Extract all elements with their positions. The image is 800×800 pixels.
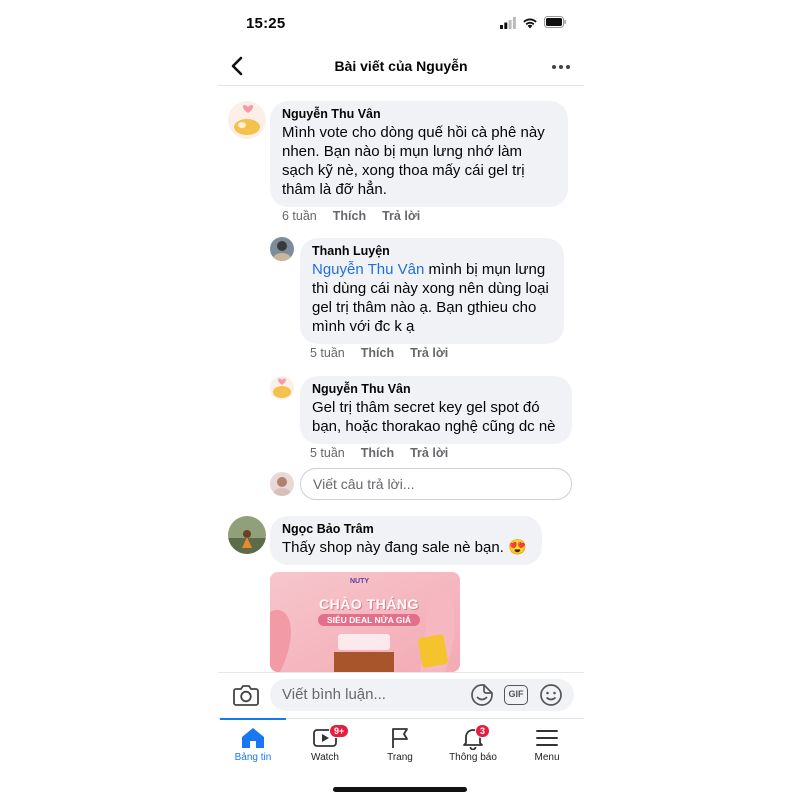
- promo-image[interactable]: NUTY CHÀO THÁNG 3 SIÊU DEAL NỬA GIÁ: [270, 572, 460, 672]
- comment-input-placeholder: Viết bình luận...: [282, 686, 386, 703]
- tab-notifications[interactable]: Thông báo: [437, 726, 509, 763]
- comment-author[interactable]: Nguyễn Thu Vân: [282, 107, 556, 121]
- home-indicator: [333, 787, 467, 792]
- comment-bubble: Nguyễn Thu Vân Mình vote cho dòng quế hồ…: [270, 101, 568, 207]
- brand-label: NUTY: [350, 578, 370, 585]
- comment-actions: 5 tuần Thích Trả lời: [310, 446, 448, 460]
- comment-time: 5 tuần: [310, 346, 345, 360]
- like-button[interactable]: Thích: [333, 209, 366, 223]
- tab-label: Thông báo: [449, 752, 497, 763]
- comment-actions: 6 tuần Thích Trả lời: [282, 209, 420, 223]
- tab-label: Bảng tin: [234, 752, 272, 763]
- page-title: Bài viết của Nguyễn: [334, 58, 468, 74]
- comment-actions: 5 tuần Thích Trả lời: [310, 346, 448, 360]
- comment-text: Mình vote cho dòng quế hồi cà phê này nh…: [282, 124, 545, 198]
- avatar[interactable]: [228, 101, 266, 139]
- comment-bubble: Nguyễn Thu Vân Gel trị thâm secret key g…: [300, 376, 572, 444]
- tab-label: Trang: [387, 752, 413, 763]
- header-divider: [218, 85, 584, 86]
- battery-icon: [544, 16, 566, 28]
- comment-author[interactable]: Thanh Luyện: [312, 244, 552, 258]
- like-button[interactable]: Thích: [361, 346, 394, 360]
- comment-author[interactable]: Nguyễn Thu Vân: [312, 382, 560, 396]
- my-avatar: [270, 472, 294, 496]
- emoji-icon[interactable]: [539, 683, 563, 707]
- tab-menu[interactable]: Menu: [511, 726, 583, 763]
- avatar[interactable]: [270, 237, 294, 261]
- cellular-signal-icon: [500, 17, 516, 29]
- avatar[interactable]: [270, 376, 294, 400]
- wifi-icon: [523, 18, 537, 29]
- sticker-icon[interactable]: [470, 683, 494, 707]
- mention-link[interactable]: Nguyễn Thu Vân: [312, 261, 424, 278]
- tab-label: Watch: [311, 752, 339, 763]
- like-button[interactable]: Thích: [361, 446, 394, 460]
- comment-bubble: Thanh Luyện Nguyễn Thu Vân mình bị mụn l…: [300, 238, 564, 344]
- notification-badge: 3: [475, 724, 491, 738]
- tab-label: Menu: [534, 752, 560, 763]
- menu-icon: [536, 730, 558, 746]
- status-time: 15:25: [246, 15, 286, 32]
- comment-time: 5 tuần: [310, 446, 345, 460]
- tab-watch[interactable]: Watch: [289, 726, 361, 763]
- watch-badge: 9+: [329, 724, 350, 738]
- comment-text: Thấy shop này đang sale nè bạn. 😍: [282, 539, 527, 556]
- phone-screen: 15:25 Bài viết của Nguyễn Nguyễn Thu Vân…: [218, 0, 584, 800]
- comment-text: Gel trị thâm secret key gel spot đó bạn,…: [312, 399, 556, 435]
- avatar[interactable]: [228, 516, 266, 554]
- back-arrow-icon[interactable]: [230, 55, 244, 77]
- promo-subline: SIÊU DEAL NỬA GIÁ: [318, 614, 420, 626]
- camera-icon[interactable]: [233, 684, 259, 706]
- comment-bubble: Ngọc Bảo Trâm Thấy shop này đang sale nè…: [270, 516, 542, 565]
- comment-author[interactable]: Ngọc Bảo Trâm: [282, 522, 530, 536]
- reply-button[interactable]: Trả lời: [410, 446, 448, 460]
- comment-time: 6 tuần: [282, 209, 317, 223]
- flag-icon: [392, 728, 408, 748]
- gif-button[interactable]: GIF: [504, 685, 528, 705]
- reply-input[interactable]: Viết câu trả lời...: [300, 468, 572, 500]
- reply-button[interactable]: Trả lời: [382, 209, 420, 223]
- tab-home[interactable]: Bảng tin: [218, 726, 289, 763]
- home-icon: [242, 728, 264, 748]
- more-options-icon[interactable]: [551, 64, 571, 70]
- tab-pages[interactable]: Trang: [364, 726, 436, 763]
- active-tab-indicator: [220, 718, 286, 720]
- reply-button[interactable]: Trả lời: [410, 346, 448, 360]
